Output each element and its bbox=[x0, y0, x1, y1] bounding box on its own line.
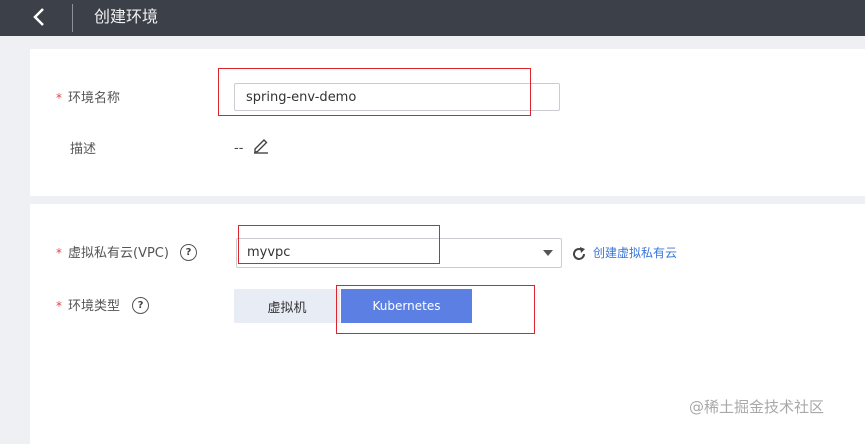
vpc-label: * 虚拟私有云(VPC) bbox=[56, 246, 169, 261]
env-type-vm-option[interactable]: 虚拟机 bbox=[234, 289, 340, 323]
env-type-help-icon[interactable]: ? bbox=[132, 297, 149, 314]
env-name-input[interactable] bbox=[234, 83, 560, 111]
chevron-down-icon bbox=[543, 250, 553, 256]
env-name-label: * 环境名称 bbox=[56, 91, 121, 106]
watermark: @稀土掘金技术社区 bbox=[689, 398, 825, 416]
edit-pencil-icon[interactable] bbox=[252, 136, 270, 154]
description-label: 描述 bbox=[70, 142, 97, 157]
create-vpc-link[interactable]: 创建虚拟私有云 bbox=[593, 244, 677, 261]
vpc-select[interactable]: myvpc bbox=[236, 238, 562, 268]
vpc-selected-value: myvpc bbox=[247, 245, 291, 260]
refresh-icon[interactable] bbox=[570, 245, 588, 263]
env-type-kubernetes-option[interactable]: Kubernetes bbox=[341, 289, 472, 323]
vpc-help-icon[interactable]: ? bbox=[180, 244, 197, 261]
description-value: -- bbox=[234, 141, 244, 156]
env-type-label: * 环境类型 bbox=[56, 299, 121, 314]
header-divider bbox=[72, 4, 73, 32]
required-mark: * bbox=[56, 91, 62, 105]
basic-info-card bbox=[30, 49, 865, 196]
page-title: 创建环境 bbox=[94, 7, 159, 26]
top-bar: 创建环境 bbox=[0, 0, 865, 36]
back-arrow-icon[interactable] bbox=[28, 6, 52, 28]
